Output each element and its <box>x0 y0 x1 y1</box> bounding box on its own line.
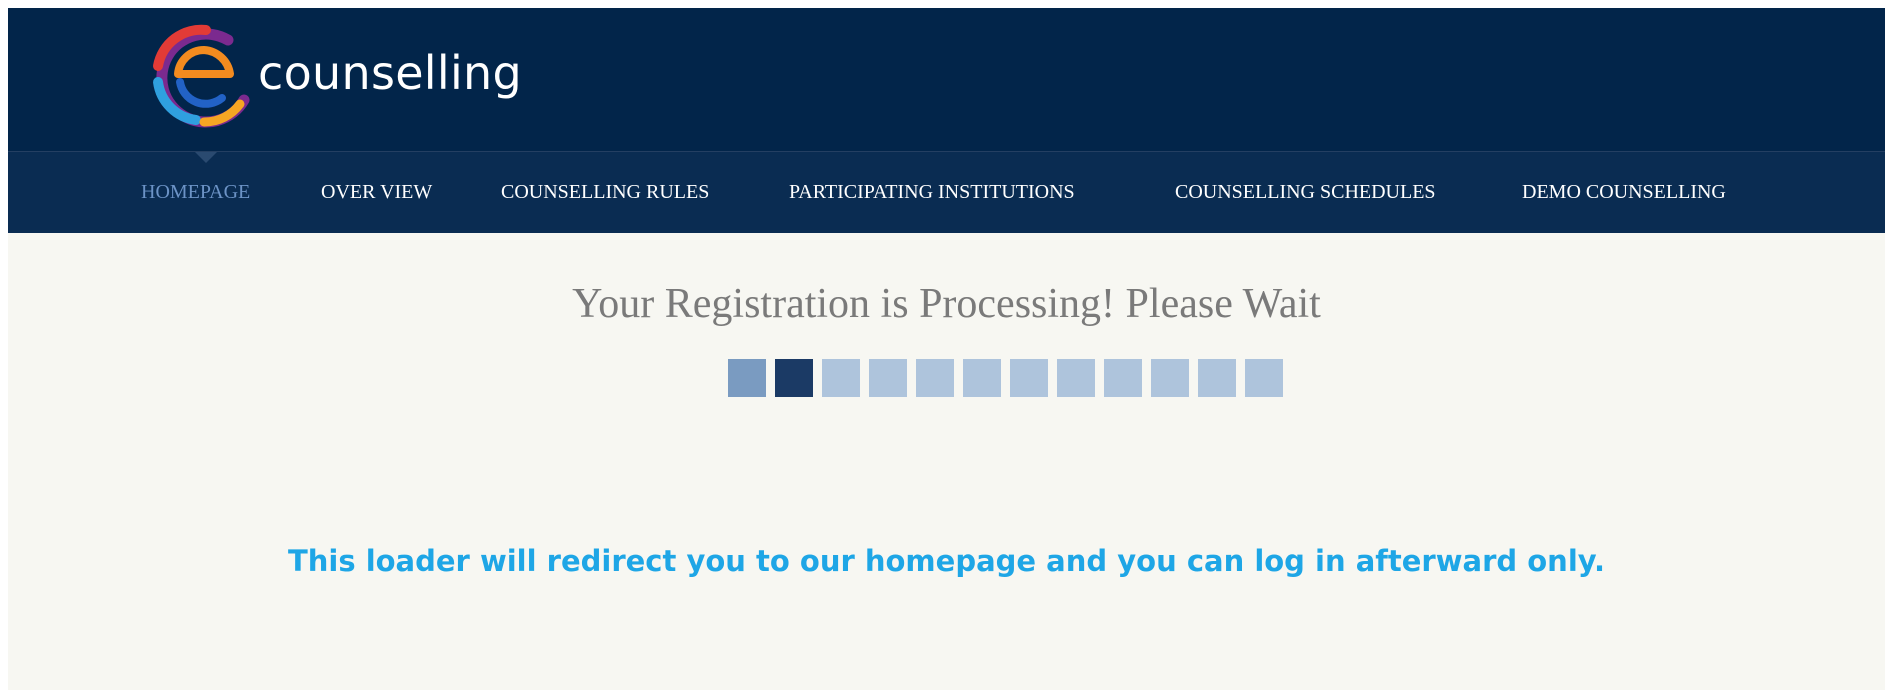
nav-item-participating-institutions[interactable]: PARTICIPATING INSTITUTIONS <box>789 152 1075 233</box>
progress-loader <box>728 359 1283 397</box>
nav-item-counselling-schedules[interactable]: COUNSELLING SCHEDULES <box>1175 152 1436 233</box>
loader-block <box>822 359 860 397</box>
loader-block <box>1151 359 1189 397</box>
loader-block <box>1057 359 1095 397</box>
site-logo[interactable]: counselling <box>144 22 522 132</box>
brand-name: counselling <box>258 46 523 100</box>
loader-block <box>1245 359 1283 397</box>
loader-block <box>1010 359 1048 397</box>
loader-block <box>1104 359 1142 397</box>
processing-title: Your Registration is Processing! Please … <box>572 281 1321 327</box>
site-header: counselling <box>8 8 1885 151</box>
nav-item-demo-counselling[interactable]: DEMO COUNSELLING <box>1522 152 1726 233</box>
loader-block <box>775 359 813 397</box>
loader-block <box>728 359 766 397</box>
redirect-note: This loader will redirect you to our hom… <box>287 544 1606 578</box>
nav-item-homepage[interactable]: HOMEPAGE <box>141 152 250 233</box>
swirl-e-logo-icon <box>153 24 250 128</box>
nav-item-overview[interactable]: OVER VIEW <box>321 152 432 233</box>
main-nav: HOMEPAGE OVER VIEW COUNSELLING RULES PAR… <box>8 151 1885 233</box>
loader-block <box>869 359 907 397</box>
nav-item-counselling-rules[interactable]: COUNSELLING RULES <box>501 152 709 233</box>
loader-block <box>1198 359 1236 397</box>
loader-block <box>916 359 954 397</box>
loader-block <box>963 359 1001 397</box>
page-frame: counselling HOMEPAGE OVER VIEW COUNSELLI… <box>8 8 1885 690</box>
